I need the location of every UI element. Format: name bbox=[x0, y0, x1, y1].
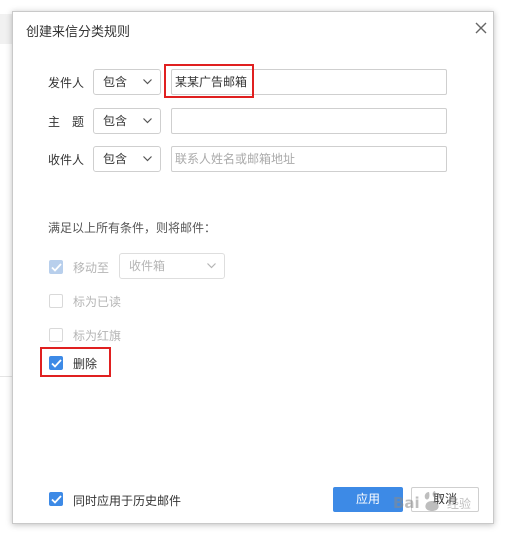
close-icon bbox=[475, 22, 487, 34]
sender-input-value: 某某广告邮箱 bbox=[175, 75, 248, 89]
cancel-button[interactable]: 取消 bbox=[411, 487, 479, 512]
subject-input[interactable] bbox=[171, 108, 447, 134]
actions-section-label: 满足以上所有条件，则将邮件： bbox=[48, 221, 217, 235]
chevron-down-icon bbox=[207, 263, 216, 269]
close-button[interactable] bbox=[473, 20, 489, 36]
move-to-label: 移动至 bbox=[73, 261, 110, 275]
move-to-folder-value: 收件箱 bbox=[129, 259, 166, 273]
create-rule-dialog: 创建来信分类规则 发件人 包含 某某广告邮箱 主 题 包含 收件人 包含 联系人… bbox=[12, 11, 494, 524]
dialog-title: 创建来信分类规则 bbox=[26, 25, 131, 40]
recipient-input[interactable]: 联系人姓名或邮箱地址 bbox=[171, 146, 447, 172]
chevron-down-icon bbox=[143, 79, 152, 85]
subject-operator-select[interactable]: 包含 bbox=[93, 108, 161, 134]
chevron-down-icon bbox=[143, 156, 152, 162]
apply-history-label: 同时应用于历史邮件 bbox=[73, 494, 182, 508]
sender-input[interactable]: 某某广告邮箱 bbox=[171, 69, 447, 95]
sender-operator-select[interactable]: 包含 bbox=[93, 69, 161, 95]
mark-flag-checkbox[interactable] bbox=[49, 328, 63, 342]
apply-button[interactable]: 应用 bbox=[333, 487, 403, 512]
checkmark-icon bbox=[51, 495, 62, 504]
recipient-operator-value: 包含 bbox=[103, 152, 128, 166]
recipient-operator-select[interactable]: 包含 bbox=[93, 146, 161, 172]
recipient-input-placeholder: 联系人姓名或邮箱地址 bbox=[175, 152, 296, 166]
background-sidebar-fragment bbox=[0, 14, 12, 44]
move-to-folder-select[interactable]: 收件箱 bbox=[119, 253, 225, 279]
sender-label: 发件人 bbox=[48, 76, 85, 90]
move-to-checkbox[interactable] bbox=[49, 260, 63, 274]
checkmark-icon bbox=[51, 263, 62, 272]
subject-label: 主 题 bbox=[48, 115, 85, 129]
mark-flag-label: 标为红旗 bbox=[73, 329, 122, 343]
mark-read-checkbox[interactable] bbox=[49, 294, 63, 308]
subject-operator-value: 包含 bbox=[103, 114, 128, 128]
background-divider bbox=[0, 376, 12, 377]
checkmark-icon bbox=[51, 359, 62, 368]
sender-operator-value: 包含 bbox=[103, 75, 128, 89]
delete-label: 删除 bbox=[73, 357, 98, 371]
delete-checkbox[interactable] bbox=[49, 356, 63, 370]
recipient-label: 收件人 bbox=[48, 153, 85, 167]
mark-read-label: 标为已读 bbox=[73, 295, 122, 309]
apply-history-checkbox[interactable] bbox=[49, 492, 63, 506]
chevron-down-icon bbox=[143, 118, 152, 124]
